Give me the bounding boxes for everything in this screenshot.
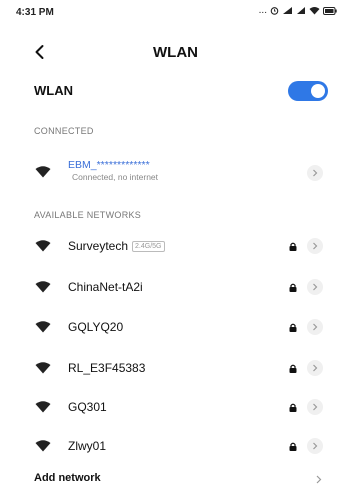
wifi-signal-icon	[35, 281, 51, 293]
network-name: ChinaNet-tA2i	[68, 280, 143, 294]
status-icons: ...	[259, 5, 337, 16]
network-details-button[interactable]	[307, 438, 323, 454]
chevron-right-icon	[313, 364, 318, 372]
connected-network-details-button[interactable]	[307, 165, 323, 181]
section-header-connected: CONNECTED	[34, 126, 94, 136]
chevron-right-icon	[313, 242, 318, 250]
lock-icon	[289, 242, 297, 251]
wlan-label: WLAN	[34, 83, 73, 98]
more-dots-icon: ...	[258, 5, 267, 16]
network-name: Surveytech	[68, 239, 129, 253]
wifi-signal-icon	[35, 166, 51, 178]
network-details-button[interactable]	[307, 238, 323, 254]
network-row[interactable]: ChinaNet-tA2i	[0, 269, 351, 305]
lock-icon	[289, 283, 297, 292]
network-details-button[interactable]	[307, 360, 323, 376]
wifi-signal-icon	[35, 362, 51, 374]
status-time: 4:31 PM	[16, 7, 54, 18]
network-name: GQ301	[68, 400, 107, 414]
alarm-icon	[270, 7, 279, 15]
chevron-right-icon	[313, 169, 318, 177]
add-network-row[interactable]: Add network	[0, 466, 351, 494]
wifi-signal-icon	[35, 401, 51, 413]
signal-4g-icon	[283, 7, 292, 14]
header: WLAN	[0, 36, 351, 68]
section-header-available: AVAILABLE NETWORKS	[34, 210, 142, 220]
network-row[interactable]: RL_E3F45383	[0, 350, 351, 386]
chevron-right-icon	[313, 283, 318, 291]
network-details-button[interactable]	[307, 399, 323, 415]
network-name: GQLYQ20	[68, 320, 124, 334]
network-row[interactable]: Zlwy01	[0, 429, 351, 465]
battery-icon	[323, 6, 337, 15]
lock-icon	[289, 364, 297, 373]
toggle-knob	[311, 84, 325, 98]
network-name-row: Surveytech 2.4G/5G	[68, 239, 165, 253]
network-row[interactable]: GQ301	[0, 389, 351, 425]
wlan-toggle-row: WLAN	[0, 78, 351, 104]
page-title: WLAN	[153, 44, 198, 61]
connected-network-status: Connected, no internet	[72, 172, 159, 182]
band-tag: 2.4G/5G	[132, 241, 165, 253]
connected-network-name: EBM_*************	[68, 159, 150, 171]
wifi-icon	[309, 7, 320, 15]
add-network-label: Add network	[34, 472, 101, 484]
lock-icon	[289, 442, 297, 451]
wifi-signal-icon	[35, 240, 51, 252]
wlan-toggle[interactable]	[288, 81, 328, 101]
network-details-button[interactable]	[307, 279, 323, 295]
network-name: RL_E3F45383	[68, 361, 146, 375]
network-name: Zlwy01	[68, 439, 107, 453]
lock-icon	[289, 403, 297, 412]
chevron-right-icon	[316, 475, 322, 484]
network-details-button[interactable]	[307, 319, 323, 335]
wifi-signal-icon	[35, 440, 51, 452]
chevron-right-icon	[313, 323, 318, 331]
network-row[interactable]: Surveytech 2.4G/5G	[0, 228, 351, 264]
connected-network-row[interactable]: EBM_************* Connected, no internet	[0, 154, 351, 190]
wifi-signal-icon	[35, 321, 51, 333]
signal-icon	[297, 7, 305, 14]
network-row[interactable]: GQLYQ20	[0, 309, 351, 345]
chevron-right-icon	[313, 403, 318, 411]
chevron-right-icon	[313, 442, 318, 450]
lock-icon	[289, 323, 297, 332]
status-bar: 4:31 PM ...	[0, 0, 351, 24]
